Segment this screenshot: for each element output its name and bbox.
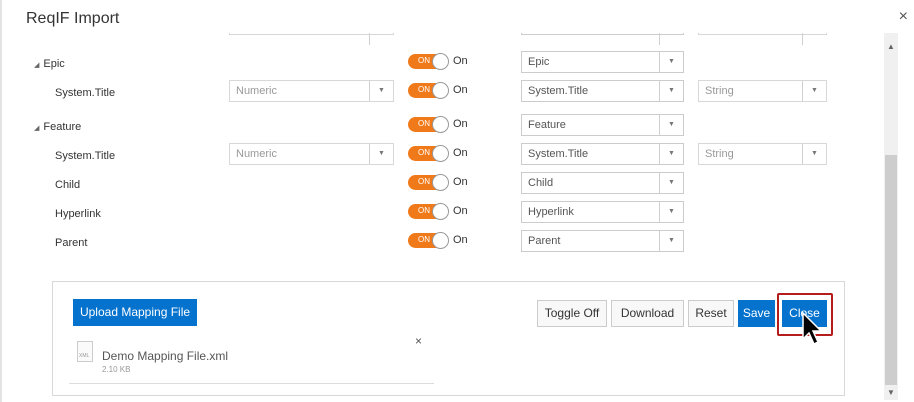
triangle-expanded-icon[interactable]: ◢ [34,62,39,69]
mapping-toggle[interactable]: ON [408,82,449,99]
mapping-select[interactable]: Hyperlink ▼ [521,201,684,223]
dialog-close-icon[interactable]: × [899,8,908,26]
scroll-down-icon[interactable]: ▼ [884,388,898,400]
toggle-knob [432,232,449,249]
reset-button[interactable]: Reset [688,300,734,327]
toggle-state-label: On [453,234,468,246]
toggle-state-label: On [453,84,468,96]
dialog-title: ReqIF Import [26,10,120,27]
chevron-down-icon: ▼ [369,144,393,164]
attribute-name: System.Title [55,150,116,162]
group-name[interactable]: ◢ Feature [34,121,81,133]
toggle-off-button[interactable]: Toggle Off [537,300,607,327]
mapping-toggle[interactable]: ON [408,232,449,249]
triangle-expanded-icon[interactable]: ◢ [34,125,39,132]
chevron-down-icon: ▼ [369,81,393,101]
mapping-select[interactable]: System.Title ▼ [521,143,684,165]
toggle-state-label: On [453,118,468,130]
scrollbar-thumb[interactable] [885,155,897,385]
chevron-down-icon: ▼ [659,81,683,101]
mapping-select[interactable]: Child ▼ [521,172,684,194]
save-button[interactable]: Save [738,300,775,327]
mapping-toggle[interactable]: ON [408,53,449,70]
mapping-row-group: ◢ Feature ON On Feature ▼ [30,114,886,142]
datatype-select[interactable]: String ▼ [698,143,827,165]
toggle-knob [432,82,449,99]
chevron-down-icon [369,33,393,45]
file-icon: XML [77,341,93,362]
mapping-row-attribute: Parent ON On Parent ▼ [30,230,886,258]
mouse-pointer-icon [802,311,823,346]
scroll-up-icon[interactable]: ▲ [884,42,898,54]
mapping-toggle[interactable]: ON [408,116,449,133]
mapping-select[interactable]: Feature ▼ [521,114,684,136]
download-button[interactable]: Download [611,300,684,327]
toggle-knob [432,203,449,220]
attribute-name: System.Title [55,87,116,99]
mapping-row-attribute: System.Title Numeric ▼ ON On System.Title… [30,143,886,171]
attribute-name: Child [55,179,81,191]
upload-mapping-file-button[interactable]: Upload Mapping File [73,299,197,326]
vertical-scrollbar[interactable]: ▲ ▼ [884,33,898,400]
mapping-toggle[interactable]: ON [408,203,449,220]
toggle-state-label: On [453,176,468,188]
chevron-down-icon: ▼ [659,52,683,72]
file-size: 2.10 KB [102,365,131,374]
type-select[interactable] [229,33,394,45]
chevron-down-icon [802,33,826,45]
toggle-state-label: On [453,205,468,217]
chevron-down-icon: ▼ [659,202,683,222]
mapping-row-group: ◢ Epic ON On Epic ▼ [30,51,886,79]
mapping-row-attribute: Hyperlink ON On Hyperlink ▼ [30,201,886,229]
chevron-down-icon: ▼ [802,144,826,164]
chevron-down-icon: ▼ [659,173,683,193]
type-select[interactable]: Numeric ▼ [229,80,394,102]
attribute-name: Hyperlink [55,208,101,220]
mapping-select[interactable]: Parent ▼ [521,230,684,252]
mapping-row-attribute: Child ON On Child ▼ [30,172,886,200]
mapping-toggle[interactable]: ON [408,145,449,162]
chevron-down-icon: ▼ [659,115,683,135]
mapping-row-partial [30,33,886,53]
toggle-state-label: On [453,147,468,159]
toggle-knob [432,174,449,191]
mapping-row-attribute: System.Title Numeric ▼ ON On System.Title… [30,80,886,108]
toggle-state-label: On [453,55,468,67]
mapping-select[interactable]: Epic ▼ [521,51,684,73]
toggle-knob [432,53,449,70]
mapping-file-panel: Upload Mapping File Toggle Off Download … [52,281,845,396]
chevron-down-icon: ▼ [659,144,683,164]
file-name: Demo Mapping File.xml [102,349,229,363]
mapping-toggle[interactable]: ON [408,174,449,191]
mapping-select[interactable]: System.Title ▼ [521,80,684,102]
toggle-knob [432,116,449,133]
reqif-import-dialog: ReqIF Import × ◢ Epic ON On Epic ▼ System.… [0,0,914,402]
uploaded-file: XML Demo Mapping File.xml 2.10 KB × [69,329,434,384]
group-name[interactable]: ◢ Epic [34,58,65,70]
attribute-name: Parent [55,237,88,249]
toggle-knob [432,145,449,162]
chevron-down-icon: ▼ [659,231,683,251]
chevron-down-icon: ▼ [802,81,826,101]
datatype-select[interactable] [698,33,827,45]
datatype-select[interactable]: String ▼ [698,80,827,102]
mapping-select[interactable] [521,33,684,45]
remove-file-icon[interactable]: × [415,334,422,348]
chevron-down-icon [659,33,683,45]
window-edge [0,0,2,402]
type-select[interactable]: Numeric ▼ [229,143,394,165]
